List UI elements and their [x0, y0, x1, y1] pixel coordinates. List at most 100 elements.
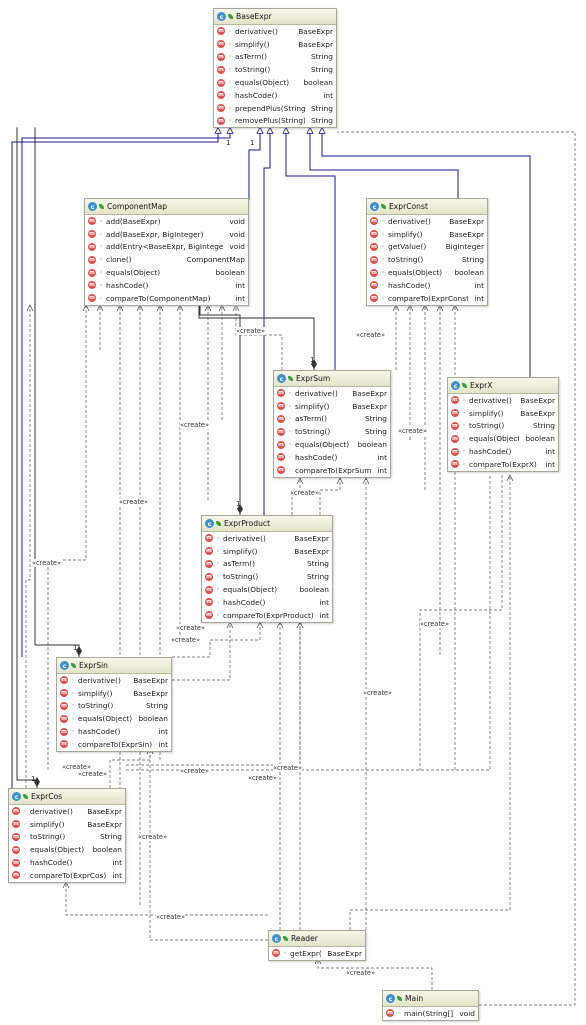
- class-reader[interactable]: c Reader m ◦ getExpr() BaseExpr: [268, 930, 366, 961]
- multiplicity-label: 1: [73, 644, 77, 652]
- method-row[interactable]: m ◦ toString() String: [57, 700, 171, 713]
- method-row[interactable]: m ◦ equals(Object) boolean: [57, 712, 171, 725]
- method-row[interactable]: m ◦ derivative() BaseExpr: [367, 215, 487, 228]
- method-row[interactable]: m ◦ derivative() BaseExpr: [9, 805, 125, 818]
- dep-left-2: [25, 305, 31, 788]
- public-leaf-icon: [288, 376, 293, 381]
- class-exprx[interactable]: c ExprX m ◦ derivative() BaseExpr m ◦ simplify()…: [447, 377, 559, 472]
- method-row[interactable]: m ◦ compareTo(ComponentMap) int: [85, 292, 248, 305]
- class-exprsin[interactable]: c ExprSin m ◦ derivative() BaseExpr m ◦ simplify…: [56, 657, 172, 752]
- method-row[interactable]: m ◦ main(String[]) void: [383, 1007, 478, 1020]
- method-icon: m: [217, 65, 225, 74]
- class-name: ExprSin: [79, 661, 108, 670]
- method-row[interactable]: m ◦ prependPlus(String) String: [214, 102, 336, 115]
- method-row[interactable]: m ◦ hashCode() int: [214, 89, 336, 102]
- method-row[interactable]: m ◦ simplify() BaseExpr: [214, 38, 336, 51]
- class-exprsum[interactable]: c ExprSum m ◦ derivative() BaseExpr m ◦ simplify…: [273, 370, 391, 478]
- method-name: getValue(): [388, 242, 427, 252]
- method-row[interactable]: m ◦ asTerm() String: [214, 51, 336, 64]
- class-componentmap[interactable]: c ComponentMap m ◦ add(BaseExpr) void m ◦ add(Ba…: [84, 198, 249, 306]
- method-row[interactable]: m ◦ asTerm() String: [202, 558, 332, 571]
- method-row[interactable]: m ◦ toString() String: [367, 253, 487, 266]
- visibility-icon: ◦: [228, 104, 232, 112]
- visibility-icon: ◦: [288, 441, 292, 449]
- visibility-icon: ◦: [288, 466, 292, 474]
- method-row[interactable]: m ◦ toString() String: [202, 570, 332, 583]
- method-row[interactable]: m ◦ add(BaseExpr) void: [85, 215, 248, 228]
- method-row[interactable]: m ◦ hashCode() int: [367, 279, 487, 292]
- method-return-type: BaseExpr: [133, 688, 168, 698]
- class-baseexpr[interactable]: c BaseExpr m ◦ derivative() BaseExpr m ◦ simplif…: [213, 8, 337, 129]
- method-row[interactable]: m ◦ equals(Object) boolean: [202, 583, 332, 596]
- method-row[interactable]: m ◦ simplify() BaseExpr: [367, 228, 487, 241]
- method-row[interactable]: m ◦ hashCode() int: [85, 279, 248, 292]
- method-row[interactable]: m ◦ getValue() BigInteger: [367, 241, 487, 254]
- method-row[interactable]: m ◦ derivative() BaseExpr: [57, 674, 171, 687]
- method-row[interactable]: m ◦ compareTo(ExprX) int: [448, 458, 558, 471]
- method-row[interactable]: m ◦ hashCode() int: [202, 596, 332, 609]
- method-row[interactable]: m ◦ compareTo(ExprCos) int: [9, 869, 125, 882]
- visibility-icon: ◦: [23, 807, 27, 815]
- method-row[interactable]: m ◦ compareTo(ExprSin) int: [57, 738, 171, 751]
- method-icon: m: [451, 460, 459, 469]
- class-name: ComponentMap: [107, 202, 168, 211]
- method-row[interactable]: m ◦ add(BaseExpr, BigInteger) void: [85, 228, 248, 241]
- method-row[interactable]: m ◦ compareTo(ExprProduct) int: [202, 609, 332, 622]
- method-row[interactable]: m ◦ equals(Object) boolean: [274, 438, 390, 451]
- method-row[interactable]: m ◦ equals(Object) boolean: [367, 266, 487, 279]
- class-icon: c: [370, 202, 379, 211]
- multiplicity-label: 1: [226, 139, 230, 147]
- method-row[interactable]: m ◦ removePlus(String) String: [214, 115, 336, 128]
- method-return-type: String: [461, 255, 484, 265]
- class-exprconst[interactable]: c ExprConst m ◦ derivative() BaseExpr m ◦ simpli…: [366, 198, 488, 306]
- class-exprcos[interactable]: c ExprCos m ◦ derivative() BaseExpr m ◦ simplify…: [8, 788, 126, 883]
- method-row[interactable]: m ◦ hashCode() int: [274, 451, 390, 464]
- method-row[interactable]: m ◦ equals(Object) boolean: [448, 432, 558, 445]
- method-row[interactable]: m ◦ simplify() BaseExpr: [9, 818, 125, 831]
- method-row[interactable]: m ◦ asTerm() String: [274, 413, 390, 426]
- visibility-icon: ◦: [99, 256, 103, 264]
- visibility-icon: ◦: [288, 428, 292, 436]
- visibility-icon: ◦: [99, 269, 103, 277]
- visibility-icon: ◦: [283, 949, 287, 957]
- method-row[interactable]: m ◦ clone() ComponentMap: [85, 253, 248, 266]
- method-name: simplify(): [295, 401, 330, 411]
- public-leaf-icon: [99, 204, 104, 209]
- method-row[interactable]: m ◦ equals(Object) boolean: [214, 76, 336, 89]
- method-row[interactable]: m ◦ toString() String: [274, 425, 390, 438]
- class-name: ExprX: [470, 381, 493, 390]
- method-name: asTerm(): [295, 414, 328, 424]
- visibility-icon: ◦: [228, 53, 232, 61]
- visibility-icon: ◦: [71, 689, 75, 697]
- method-icon: m: [277, 402, 285, 411]
- method-row[interactable]: m ◦ compareTo(ExprSum) int: [274, 464, 390, 477]
- method-name: add(BaseExpr): [106, 216, 161, 226]
- visibility-icon: ◦: [228, 79, 232, 87]
- method-row[interactable]: m ◦ derivative() BaseExpr: [448, 394, 558, 407]
- method-row[interactable]: m ◦ toString() String: [214, 63, 336, 76]
- method-row[interactable]: m ◦ derivative() BaseExpr: [274, 387, 390, 400]
- method-row[interactable]: m ◦ hashCode() int: [448, 445, 558, 458]
- method-icon: m: [370, 255, 378, 264]
- method-row[interactable]: m ◦ add(Entry<BaseExpr, BigInteger>) void: [85, 241, 248, 254]
- method-row[interactable]: m ◦ derivative() BaseExpr: [214, 25, 336, 38]
- class-header: c ComponentMap: [85, 199, 248, 215]
- method-row[interactable]: m ◦ hashCode() int: [57, 725, 171, 738]
- method-row[interactable]: m ◦ getExpr() BaseExpr: [269, 947, 365, 960]
- method-name: derivative(): [235, 26, 278, 36]
- method-return-type: BaseExpr: [520, 395, 555, 405]
- method-row[interactable]: m ◦ simplify() BaseExpr: [448, 407, 558, 420]
- method-row[interactable]: m ◦ equals(Object) boolean: [9, 843, 125, 856]
- method-row[interactable]: m ◦ toString() String: [448, 420, 558, 433]
- method-row[interactable]: m ◦ simplify() BaseExpr: [274, 400, 390, 413]
- public-leaf-icon: [23, 794, 28, 799]
- method-row[interactable]: m ◦ compareTo(ExprConst) int: [367, 292, 487, 305]
- method-row[interactable]: m ◦ simplify() BaseExpr: [57, 687, 171, 700]
- method-row[interactable]: m ◦ simplify() BaseExpr: [202, 545, 332, 558]
- method-row[interactable]: m ◦ toString() String: [9, 831, 125, 844]
- method-row[interactable]: m ◦ equals(Object) boolean: [85, 266, 248, 279]
- class-main[interactable]: c Main m ◦ main(String[]) void: [382, 990, 479, 1021]
- method-row[interactable]: m ◦ derivative() BaseExpr: [202, 532, 332, 545]
- class-exprproduct[interactable]: c ExprProduct m ◦ derivative() BaseExpr m ◦ simp…: [201, 515, 333, 623]
- method-row[interactable]: m ◦ hashCode() int: [9, 856, 125, 869]
